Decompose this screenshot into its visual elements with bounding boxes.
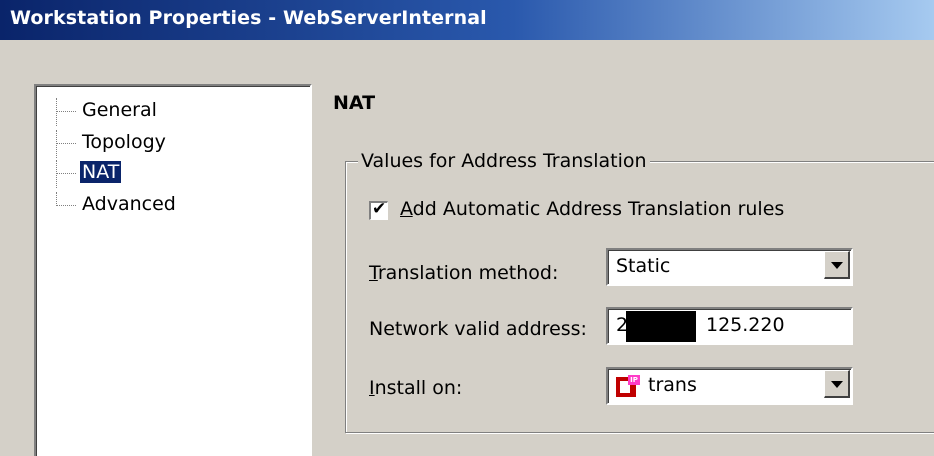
properties-tree[interactable]: General Topology NAT Advanced xyxy=(34,84,312,456)
page-title: NAT xyxy=(333,92,376,114)
install-on-value: trans xyxy=(648,374,697,396)
network-valid-address-input[interactable]: 2 125.220 xyxy=(606,307,853,345)
dropdown-button[interactable] xyxy=(824,370,850,398)
firewall-gateway-icon: IP xyxy=(616,375,640,397)
install-on-select[interactable]: IP trans xyxy=(606,367,853,405)
redaction-block xyxy=(626,311,696,342)
auto-nat-checkbox[interactable]: ✔ xyxy=(369,199,388,220)
chevron-down-icon xyxy=(831,381,843,388)
auto-nat-label[interactable]: Add Automatic Address Translation rules xyxy=(400,198,784,220)
checkmark-icon: ✔ xyxy=(372,199,387,219)
chevron-down-icon xyxy=(831,262,843,269)
tree-item-label: NAT xyxy=(80,161,122,183)
title-bar: Workstation Properties - WebServerIntern… xyxy=(0,0,934,40)
tree-item-label: General xyxy=(82,99,157,121)
group-label: Values for Address Translation xyxy=(358,150,650,172)
translation-method-value: Static xyxy=(616,255,671,277)
tree-item-label: Topology xyxy=(82,131,166,153)
network-valid-address-label: Network valid address: xyxy=(369,318,587,340)
window-title: Workstation Properties - WebServerIntern… xyxy=(10,7,487,29)
dropdown-button[interactable] xyxy=(824,251,850,279)
translation-method-select[interactable]: Static xyxy=(606,248,853,286)
install-on-label: Install on: xyxy=(369,377,463,399)
translation-method-label: Translation method: xyxy=(369,262,559,284)
address-suffix: 125.220 xyxy=(706,314,785,336)
tree-item-label: Advanced xyxy=(82,193,176,215)
